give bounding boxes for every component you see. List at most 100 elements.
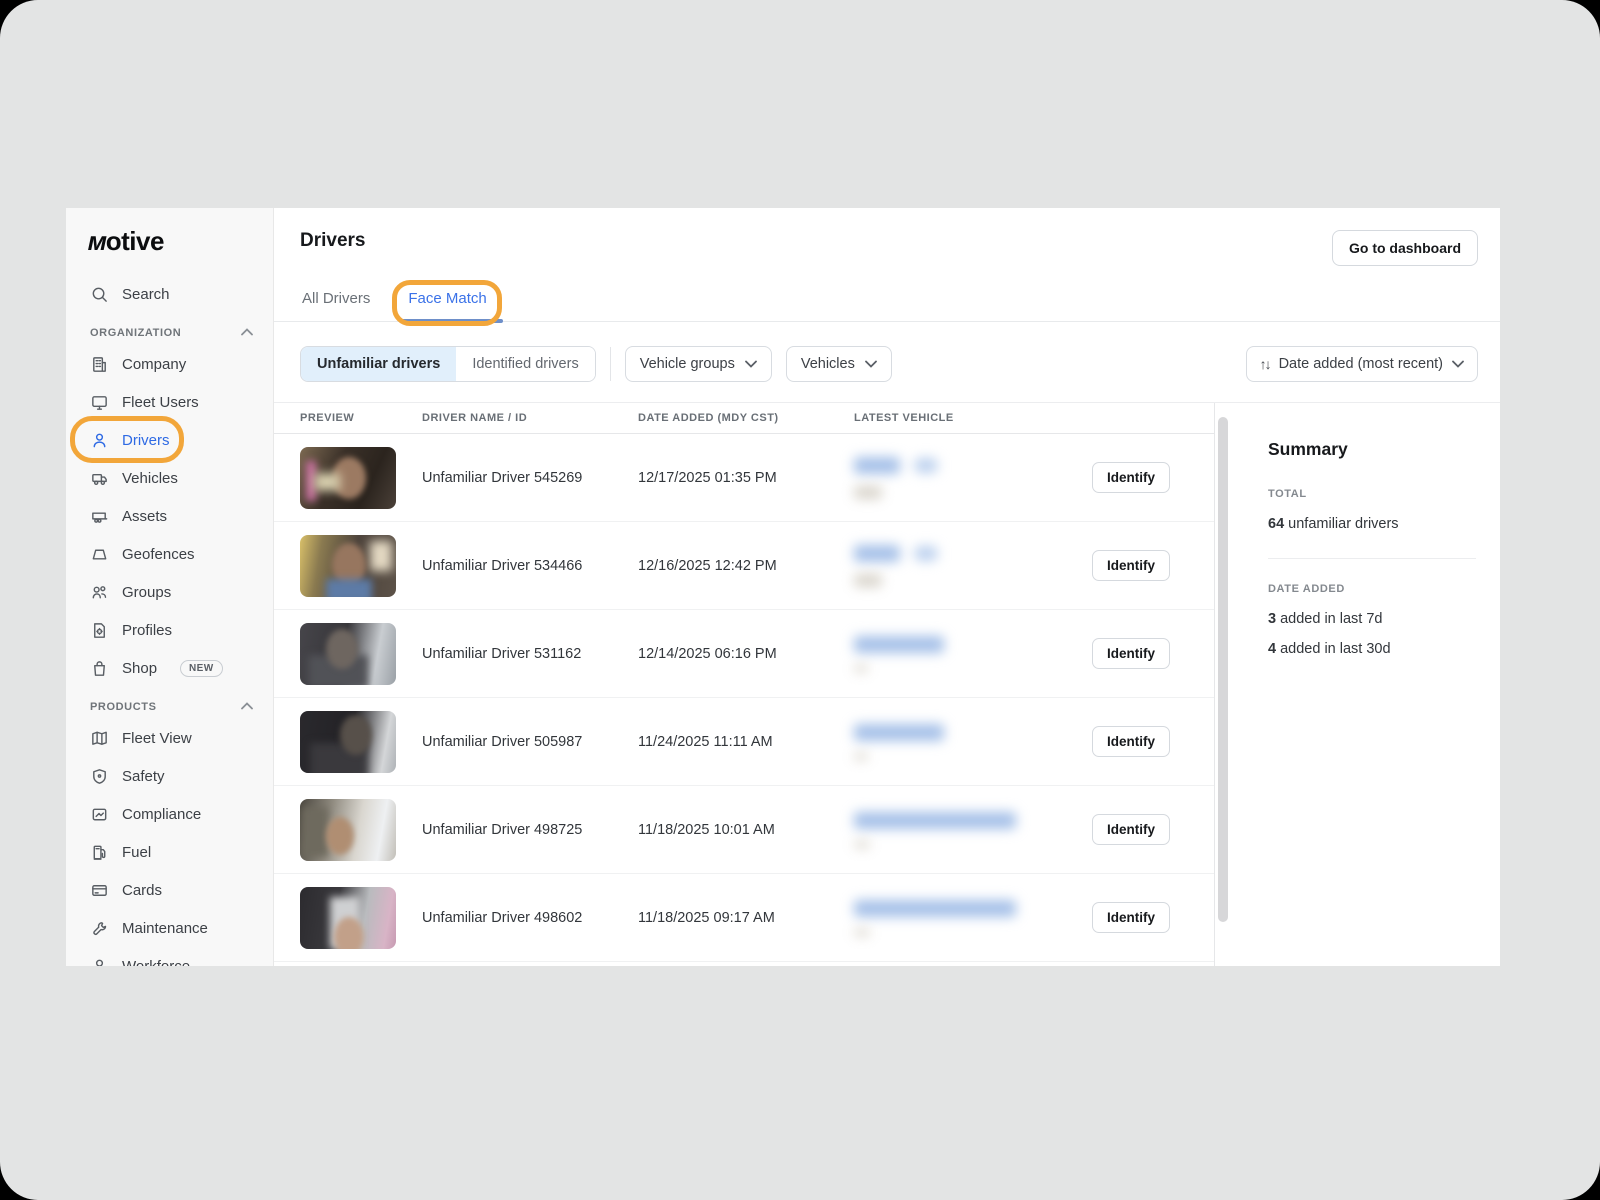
driver-preview-image[interactable]	[300, 711, 396, 773]
identify-button[interactable]: Identify	[1092, 462, 1170, 493]
sidebar-item-label: Search	[122, 286, 170, 303]
wrench-icon	[90, 919, 109, 938]
sidebar-item-label: Company	[122, 356, 186, 373]
person-icon	[90, 957, 109, 967]
sidebar-item-assets[interactable]: Assets	[66, 497, 273, 535]
column-header-driver-name-id: DRIVER NAME / ID	[422, 412, 638, 424]
vehicle-groups-dropdown[interactable]: Vehicle groups	[625, 346, 772, 382]
table-row: Unfamiliar Driver 50598711/24/2025 11:11…	[274, 698, 1214, 786]
chevron-up-icon	[241, 327, 253, 339]
segment-identified-drivers[interactable]: Identified drivers	[456, 347, 594, 381]
identify-button[interactable]: Identify	[1092, 550, 1170, 581]
table-row: Unfamiliar Driver 49860211/18/2025 09:17…	[274, 874, 1214, 962]
summary-total-number: 64	[1268, 516, 1284, 532]
sidebar-item-workforce[interactable]: Workforce	[66, 947, 273, 966]
redacted-vehicle-link	[914, 546, 938, 561]
truck-icon	[90, 469, 109, 488]
summary-date-added-label: DATE ADDED	[1268, 583, 1476, 595]
person-icon	[90, 431, 109, 450]
date-added: 11/18/2025 10:01 AM	[638, 822, 854, 838]
driver-name: Unfamiliar Driver 534466	[422, 558, 638, 574]
tab-label: Face Match	[408, 290, 486, 307]
identify-button[interactable]: Identify	[1092, 814, 1170, 845]
latest-vehicle-redacted	[854, 545, 1078, 587]
sidebar-item-fleet-view[interactable]: Fleet View	[66, 719, 273, 757]
sidebar-item-label: Fleet Users	[122, 394, 199, 411]
sidebar-item-drivers[interactable]: Drivers	[66, 421, 273, 459]
driver-name: Unfamiliar Driver 498602	[422, 910, 638, 926]
sidebar-item-vehicles[interactable]: Vehicles	[66, 459, 273, 497]
stat-number: 4	[1268, 641, 1276, 657]
sidebar-item-label: Geofences	[122, 546, 195, 563]
driver-preview-image[interactable]	[300, 887, 396, 949]
driver-name: Unfamiliar Driver 498725	[422, 822, 638, 838]
stat-text: added in last 7d	[1276, 611, 1382, 627]
fuel-icon	[90, 843, 109, 862]
redacted-vehicle-subtext	[854, 929, 870, 936]
sidebar-item-shop[interactable]: ShopNEW	[66, 649, 273, 687]
group-icon	[90, 583, 109, 602]
column-header-date-added-mdy-cst: DATE ADDED (MDY CST)	[638, 412, 854, 424]
sidebar-item-fuel[interactable]: Fuel	[66, 833, 273, 871]
blurred-face	[332, 457, 366, 499]
sidebar-item-company[interactable]: Company	[66, 345, 273, 383]
screenshot-canvas: мotive SearchORGANIZATIONCompanyFleet Us…	[0, 0, 1600, 1200]
date-added: 11/18/2025 09:17 AM	[638, 910, 854, 926]
sidebar-item-fleet-users[interactable]: Fleet Users	[66, 383, 273, 421]
date-added: 12/17/2025 01:35 PM	[638, 470, 854, 486]
latest-vehicle-redacted	[854, 636, 1078, 672]
summary-total-value: 64 unfamiliar drivers	[1268, 516, 1476, 532]
sidebar-item-maintenance[interactable]: Maintenance	[66, 909, 273, 947]
sidebar-item-cards[interactable]: Cards	[66, 871, 273, 909]
blurred-face	[340, 715, 372, 755]
sidebar-item-groups[interactable]: Groups	[66, 573, 273, 611]
driver-preview-image[interactable]	[300, 623, 396, 685]
driver-preview-image[interactable]	[300, 799, 396, 861]
sidebar-item-label: Shop	[122, 660, 157, 677]
shield-icon	[90, 767, 109, 786]
date-added: 11/24/2025 11:11 AM	[638, 734, 854, 750]
sidebar-item-search[interactable]: Search	[66, 275, 273, 313]
sidebar-section-organization[interactable]: ORGANIZATION	[66, 313, 273, 345]
blurred-face	[326, 629, 358, 669]
redacted-vehicle-link	[854, 636, 944, 653]
sidebar-item-compliance[interactable]: Compliance	[66, 795, 273, 833]
latest-vehicle-redacted	[854, 724, 1078, 760]
geofence-icon	[90, 545, 109, 564]
chevron-up-icon	[241, 701, 253, 713]
tab-label: All Drivers	[302, 290, 370, 307]
sidebar-section-products[interactable]: PRODUCTS	[66, 687, 273, 719]
go-to-dashboard-button[interactable]: Go to dashboard	[1332, 230, 1478, 266]
latest-vehicle-redacted	[854, 457, 1078, 499]
chevron-down-icon	[745, 356, 757, 372]
scrollbar-thumb[interactable]	[1218, 417, 1228, 922]
sidebar-item-geofences[interactable]: Geofences	[66, 535, 273, 573]
driver-preview-image[interactable]	[300, 447, 396, 509]
card-icon	[90, 881, 109, 900]
vehicles-dropdown[interactable]: Vehicles	[786, 346, 892, 382]
sort-dropdown[interactable]: ↑↓ Date added (most recent)	[1246, 346, 1478, 382]
table-scrollbar[interactable]	[1215, 403, 1232, 966]
tab-face-match[interactable]: Face Match	[406, 280, 488, 321]
sidebar-item-profiles[interactable]: Profiles	[66, 611, 273, 649]
driver-preview-image[interactable]	[300, 535, 396, 597]
map-icon	[90, 729, 109, 748]
chevron-down-icon	[865, 356, 877, 372]
identify-button[interactable]: Identify	[1092, 638, 1170, 669]
segment-unfamiliar-drivers[interactable]: Unfamiliar drivers	[301, 347, 456, 381]
redacted-vehicle-subtext	[854, 574, 882, 587]
tab-all-drivers[interactable]: All Drivers	[300, 280, 372, 321]
vehicles-label: Vehicles	[801, 356, 855, 372]
sidebar-item-label: Fuel	[122, 844, 151, 861]
bag-icon	[90, 659, 109, 678]
identify-button[interactable]: Identify	[1092, 726, 1170, 757]
table-row: Unfamiliar Driver 54526912/17/2025 01:35…	[274, 434, 1214, 522]
identify-button[interactable]: Identify	[1092, 902, 1170, 933]
latest-vehicle-redacted	[854, 900, 1078, 936]
filter-divider	[610, 347, 611, 381]
sidebar-item-label: Profiles	[122, 622, 172, 639]
sidebar-item-safety[interactable]: Safety	[66, 757, 273, 795]
sidebar-item-label: Safety	[122, 768, 165, 785]
chevron-down-icon	[1452, 356, 1464, 372]
drivers-table: PREVIEWDRIVER NAME / IDDATE ADDED (MDY C…	[274, 403, 1214, 966]
